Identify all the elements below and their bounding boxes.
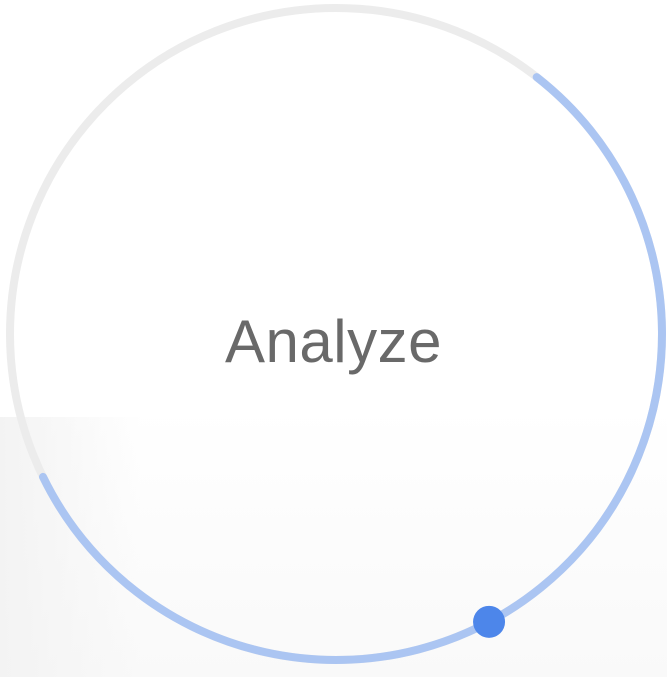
analyze-progress-screen: Analyze	[0, 0, 667, 677]
progress-ring-knob[interactable]	[473, 605, 506, 638]
analyze-label: Analyze	[225, 308, 442, 375]
